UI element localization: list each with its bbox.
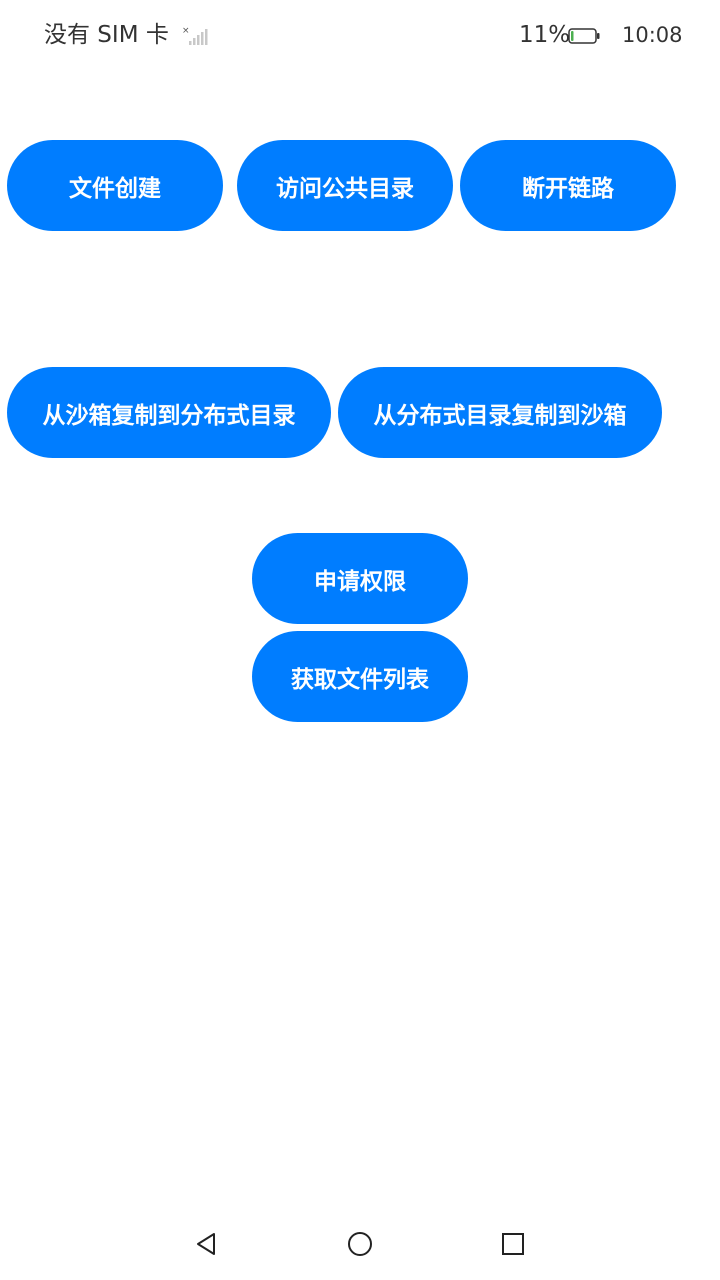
get-file-list-button[interactable]: 获取文件列表	[252, 631, 468, 722]
copy-distributed-to-sandbox-button[interactable]: 从分布式目录复制到沙箱	[338, 367, 662, 458]
status-bar: 没有 SIM 卡 × 11% 10:08	[0, 0, 720, 72]
disconnect-link-button[interactable]: 断开链路	[460, 140, 676, 231]
home-circle-icon[interactable]	[340, 1224, 380, 1264]
copy-sandbox-to-distributed-button[interactable]: 从沙箱复制到分布式目录	[7, 367, 331, 458]
battery-low-icon	[568, 28, 600, 44]
carrier-label: 没有 SIM 卡	[44, 22, 169, 48]
navigation-bar	[0, 1208, 720, 1280]
svg-text:×: ×	[182, 26, 190, 36]
request-permission-button[interactable]: 申请权限	[252, 533, 468, 624]
app-screen: 没有 SIM 卡 × 11% 10:08 文件创建 访问公共目录 断开链路 从沙…	[0, 0, 720, 1280]
back-triangle-icon[interactable]	[186, 1224, 226, 1264]
clock: 10:08	[622, 23, 683, 47]
create-file-button[interactable]: 文件创建	[7, 140, 223, 231]
battery-percent: 11%	[519, 22, 571, 48]
access-public-dir-button[interactable]: 访问公共目录	[237, 140, 453, 231]
no-signal-icon: ×	[182, 26, 208, 45]
recent-square-icon[interactable]	[493, 1224, 533, 1264]
